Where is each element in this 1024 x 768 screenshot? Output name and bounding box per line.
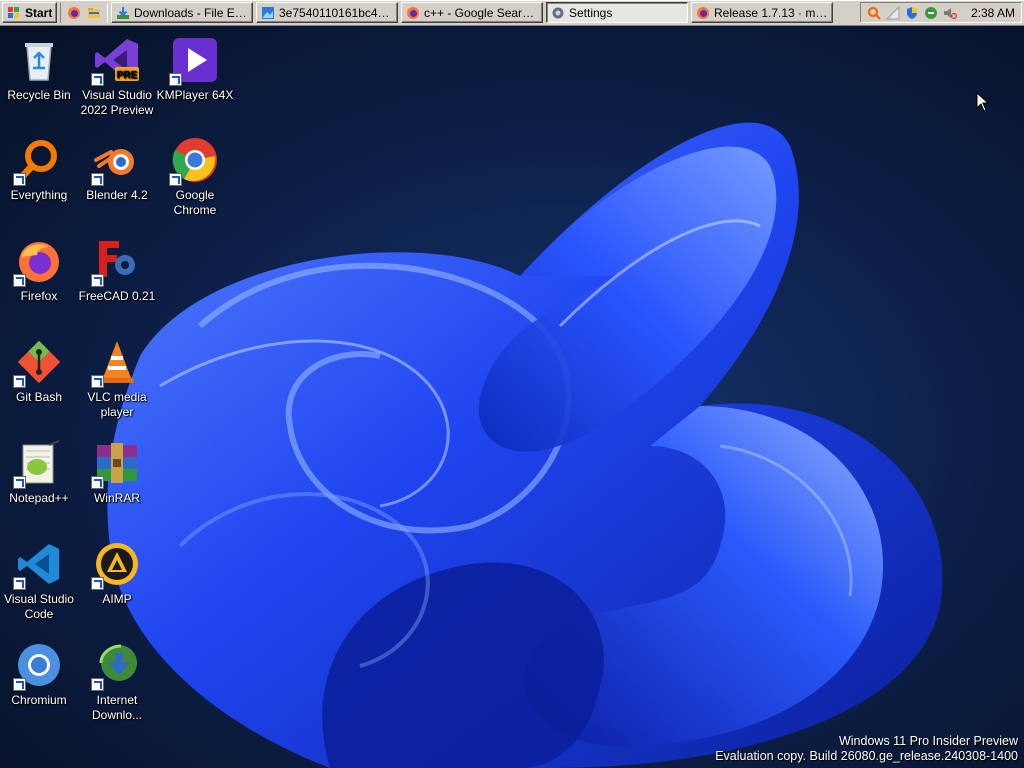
desktop-icon-aimp[interactable]: AIMP [78, 540, 156, 607]
shortcut-arrow-icon [91, 73, 104, 86]
desktop-icon-label: VLC media player [87, 390, 147, 419]
firefox-icon[interactable] [67, 6, 81, 20]
shortcut-arrow-icon [91, 274, 104, 287]
firefox-icon [406, 6, 420, 20]
desktop-icon-chromium[interactable]: Chromium [0, 641, 78, 708]
desktop-icon-notepadpp[interactable]: Notepad++ [0, 439, 78, 506]
desktop-icon-chrome[interactable]: Google Chrome [156, 136, 234, 218]
shortcut-arrow-icon [13, 476, 26, 489]
vlc-icon [91, 338, 141, 388]
shortcut-arrow-icon [13, 678, 26, 691]
freecad-icon [91, 237, 141, 287]
windows-logo-icon [7, 6, 21, 20]
shortcut-arrow-icon [169, 173, 182, 186]
idm-icon [91, 641, 141, 691]
system-tray: 2:38 AM [860, 2, 1022, 23]
visual-studio-icon: PRE [91, 36, 141, 86]
desktop-icon-label: Google Chrome [173, 188, 217, 217]
desktop-icon-internet-download-manager[interactable]: Internet Downlo... [78, 641, 156, 723]
task-label: Downloads - File Explo... [134, 5, 248, 20]
shortcut-arrow-icon [91, 375, 104, 388]
desktop-icon-label: AIMP [102, 592, 132, 606]
taskbar-item-settings[interactable]: Settings [546, 2, 688, 23]
desktop-icon-blender[interactable]: Blender 4.2 [78, 136, 156, 203]
aimp-icon [91, 540, 141, 590]
pre-badge: PRE [117, 70, 138, 81]
volume-muted-icon[interactable] [943, 6, 957, 20]
desktop-icon-label: Notepad++ [9, 491, 69, 505]
desktop-icon-label: FreeCAD 0.21 [78, 289, 156, 303]
shortcut-arrow-icon [91, 476, 104, 489]
start-button[interactable]: Start [2, 2, 57, 23]
downloads-icon [116, 6, 130, 20]
build-watermark: Windows 11 Pro Insider Preview Evaluatio… [715, 734, 1018, 764]
desktop-icon-everything[interactable]: Everything [0, 136, 78, 203]
taskbar: Start Downloads - File Explo... 3e754011… [0, 0, 1024, 26]
watermark-build: Evaluation copy. Build 26080.ge_release.… [715, 749, 1018, 763]
desktop-icon-label: Visual Studio Code [4, 592, 74, 621]
mouse-cursor-icon [976, 92, 990, 112]
firefox-icon [13, 237, 63, 287]
update-icon[interactable] [924, 6, 938, 20]
shortcut-arrow-icon [13, 375, 26, 388]
desktop-icon-freecad[interactable]: FreeCAD 0.21 [78, 237, 156, 304]
clock[interactable]: 2:38 AM [971, 6, 1015, 20]
desktop-icon-label: Visual Studio 2022 Preview [80, 88, 154, 117]
desktop-icon-recycle-bin[interactable]: Recycle Bin [0, 36, 78, 103]
desktop-icon-git-bash[interactable]: Git Bash [0, 338, 78, 405]
vscode-icon [13, 540, 63, 590]
security-shield-icon[interactable] [905, 6, 919, 20]
desktop-icon-label: Internet Downlo... [91, 693, 143, 722]
blender-icon [91, 136, 141, 186]
taskbar-item-downloads[interactable]: Downloads - File Explo... [111, 2, 253, 23]
shortcut-arrow-icon [91, 678, 104, 691]
task-label: c++ - Google Search –... [424, 5, 538, 20]
recycle-bin-icon [15, 36, 63, 84]
winrar-icon [91, 439, 141, 489]
chrome-icon [169, 136, 219, 186]
image-icon [261, 6, 275, 20]
desktop-icon-visual-studio[interactable]: PRE Visual Studio 2022 Preview [78, 36, 156, 118]
watermark-edition: Windows 11 Pro Insider Preview [838, 734, 1018, 748]
settings-icon [551, 6, 565, 20]
git-bash-icon [13, 338, 63, 388]
desktop-icon-vlc[interactable]: VLC media player [78, 338, 156, 420]
notepadpp-icon [13, 439, 63, 489]
shortcut-arrow-icon [13, 173, 26, 186]
desktop-icon-label: KMPlayer 64X [156, 88, 234, 102]
shortcut-arrow-icon [91, 173, 104, 186]
desktop-icon-label: Everything [10, 188, 68, 202]
desktop-icon-label: Chromium [11, 693, 67, 707]
firefox-icon [696, 6, 710, 20]
chromium-icon [13, 641, 63, 691]
taskbar-item-google-search[interactable]: c++ - Google Search –... [401, 2, 543, 23]
desktop-icon-vscode[interactable]: Visual Studio Code [0, 540, 78, 622]
desktop-icon-label: Firefox [20, 289, 58, 303]
quick-launch [60, 2, 108, 23]
shortcut-arrow-icon [13, 274, 26, 287]
desktop-icon-label: WinRAR [93, 491, 140, 505]
desktop: Recycle Bin Everything Firefox Git Bash … [0, 26, 1024, 768]
desktop-icon-kmplayer[interactable]: KMPlayer 64X [156, 36, 234, 103]
task-label: 3e7540110161bc4e19... [279, 5, 393, 20]
everything-search-icon[interactable] [867, 6, 881, 20]
shortcut-arrow-icon [91, 577, 104, 590]
task-label: Release 1.7.13 · mpc-... [714, 5, 828, 20]
taskbar-item-release[interactable]: Release 1.7.13 · mpc-... [691, 2, 833, 23]
desktop-icon-label: Git Bash [15, 390, 63, 404]
desktop-icon-label: Blender 4.2 [86, 188, 148, 202]
file-explorer-icon[interactable] [87, 6, 101, 20]
task-label: Settings [569, 5, 613, 20]
desktop-icon-firefox[interactable]: Firefox [0, 237, 78, 304]
shortcut-arrow-icon [169, 73, 182, 86]
network-icon[interactable] [885, 5, 900, 20]
desktop-icon-winrar[interactable]: WinRAR [78, 439, 156, 506]
start-label: Start [25, 5, 53, 20]
shortcut-arrow-icon [13, 577, 26, 590]
desktop-icon-label: Recycle Bin [7, 88, 71, 102]
taskbar-item-image[interactable]: 3e7540110161bc4e19... [256, 2, 398, 23]
everything-search-icon [13, 136, 63, 186]
kmplayer-icon [169, 36, 219, 86]
